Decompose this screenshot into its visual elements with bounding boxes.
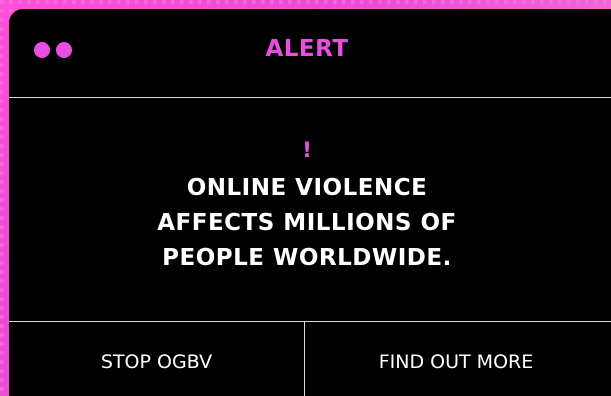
find-out-more-button[interactable]: FIND OUT MORE xyxy=(305,322,607,396)
exclamation-icon: ! xyxy=(302,138,312,162)
alert-message: ONLINE VIOLENCE AFFECTS MILLIONS OF PEOP… xyxy=(9,171,605,276)
window-titlebar: ALERT xyxy=(9,9,611,98)
message-line: ONLINE VIOLENCE xyxy=(186,175,428,201)
alert-window: ALERT ! ONLINE VIOLENCE AFFECTS MILLIONS… xyxy=(9,9,611,396)
message-line: AFFECTS MILLIONS OF xyxy=(157,210,457,236)
alert-content: ! ONLINE VIOLENCE AFFECTS MILLIONS OF PE… xyxy=(9,98,611,322)
alert-actions: STOP OGBV FIND OUT MORE xyxy=(9,322,611,396)
message-line: PEOPLE WORLDWIDE. xyxy=(162,245,452,271)
stop-ogbv-button[interactable]: STOP OGBV xyxy=(9,322,305,396)
window-title: ALERT xyxy=(265,36,349,62)
